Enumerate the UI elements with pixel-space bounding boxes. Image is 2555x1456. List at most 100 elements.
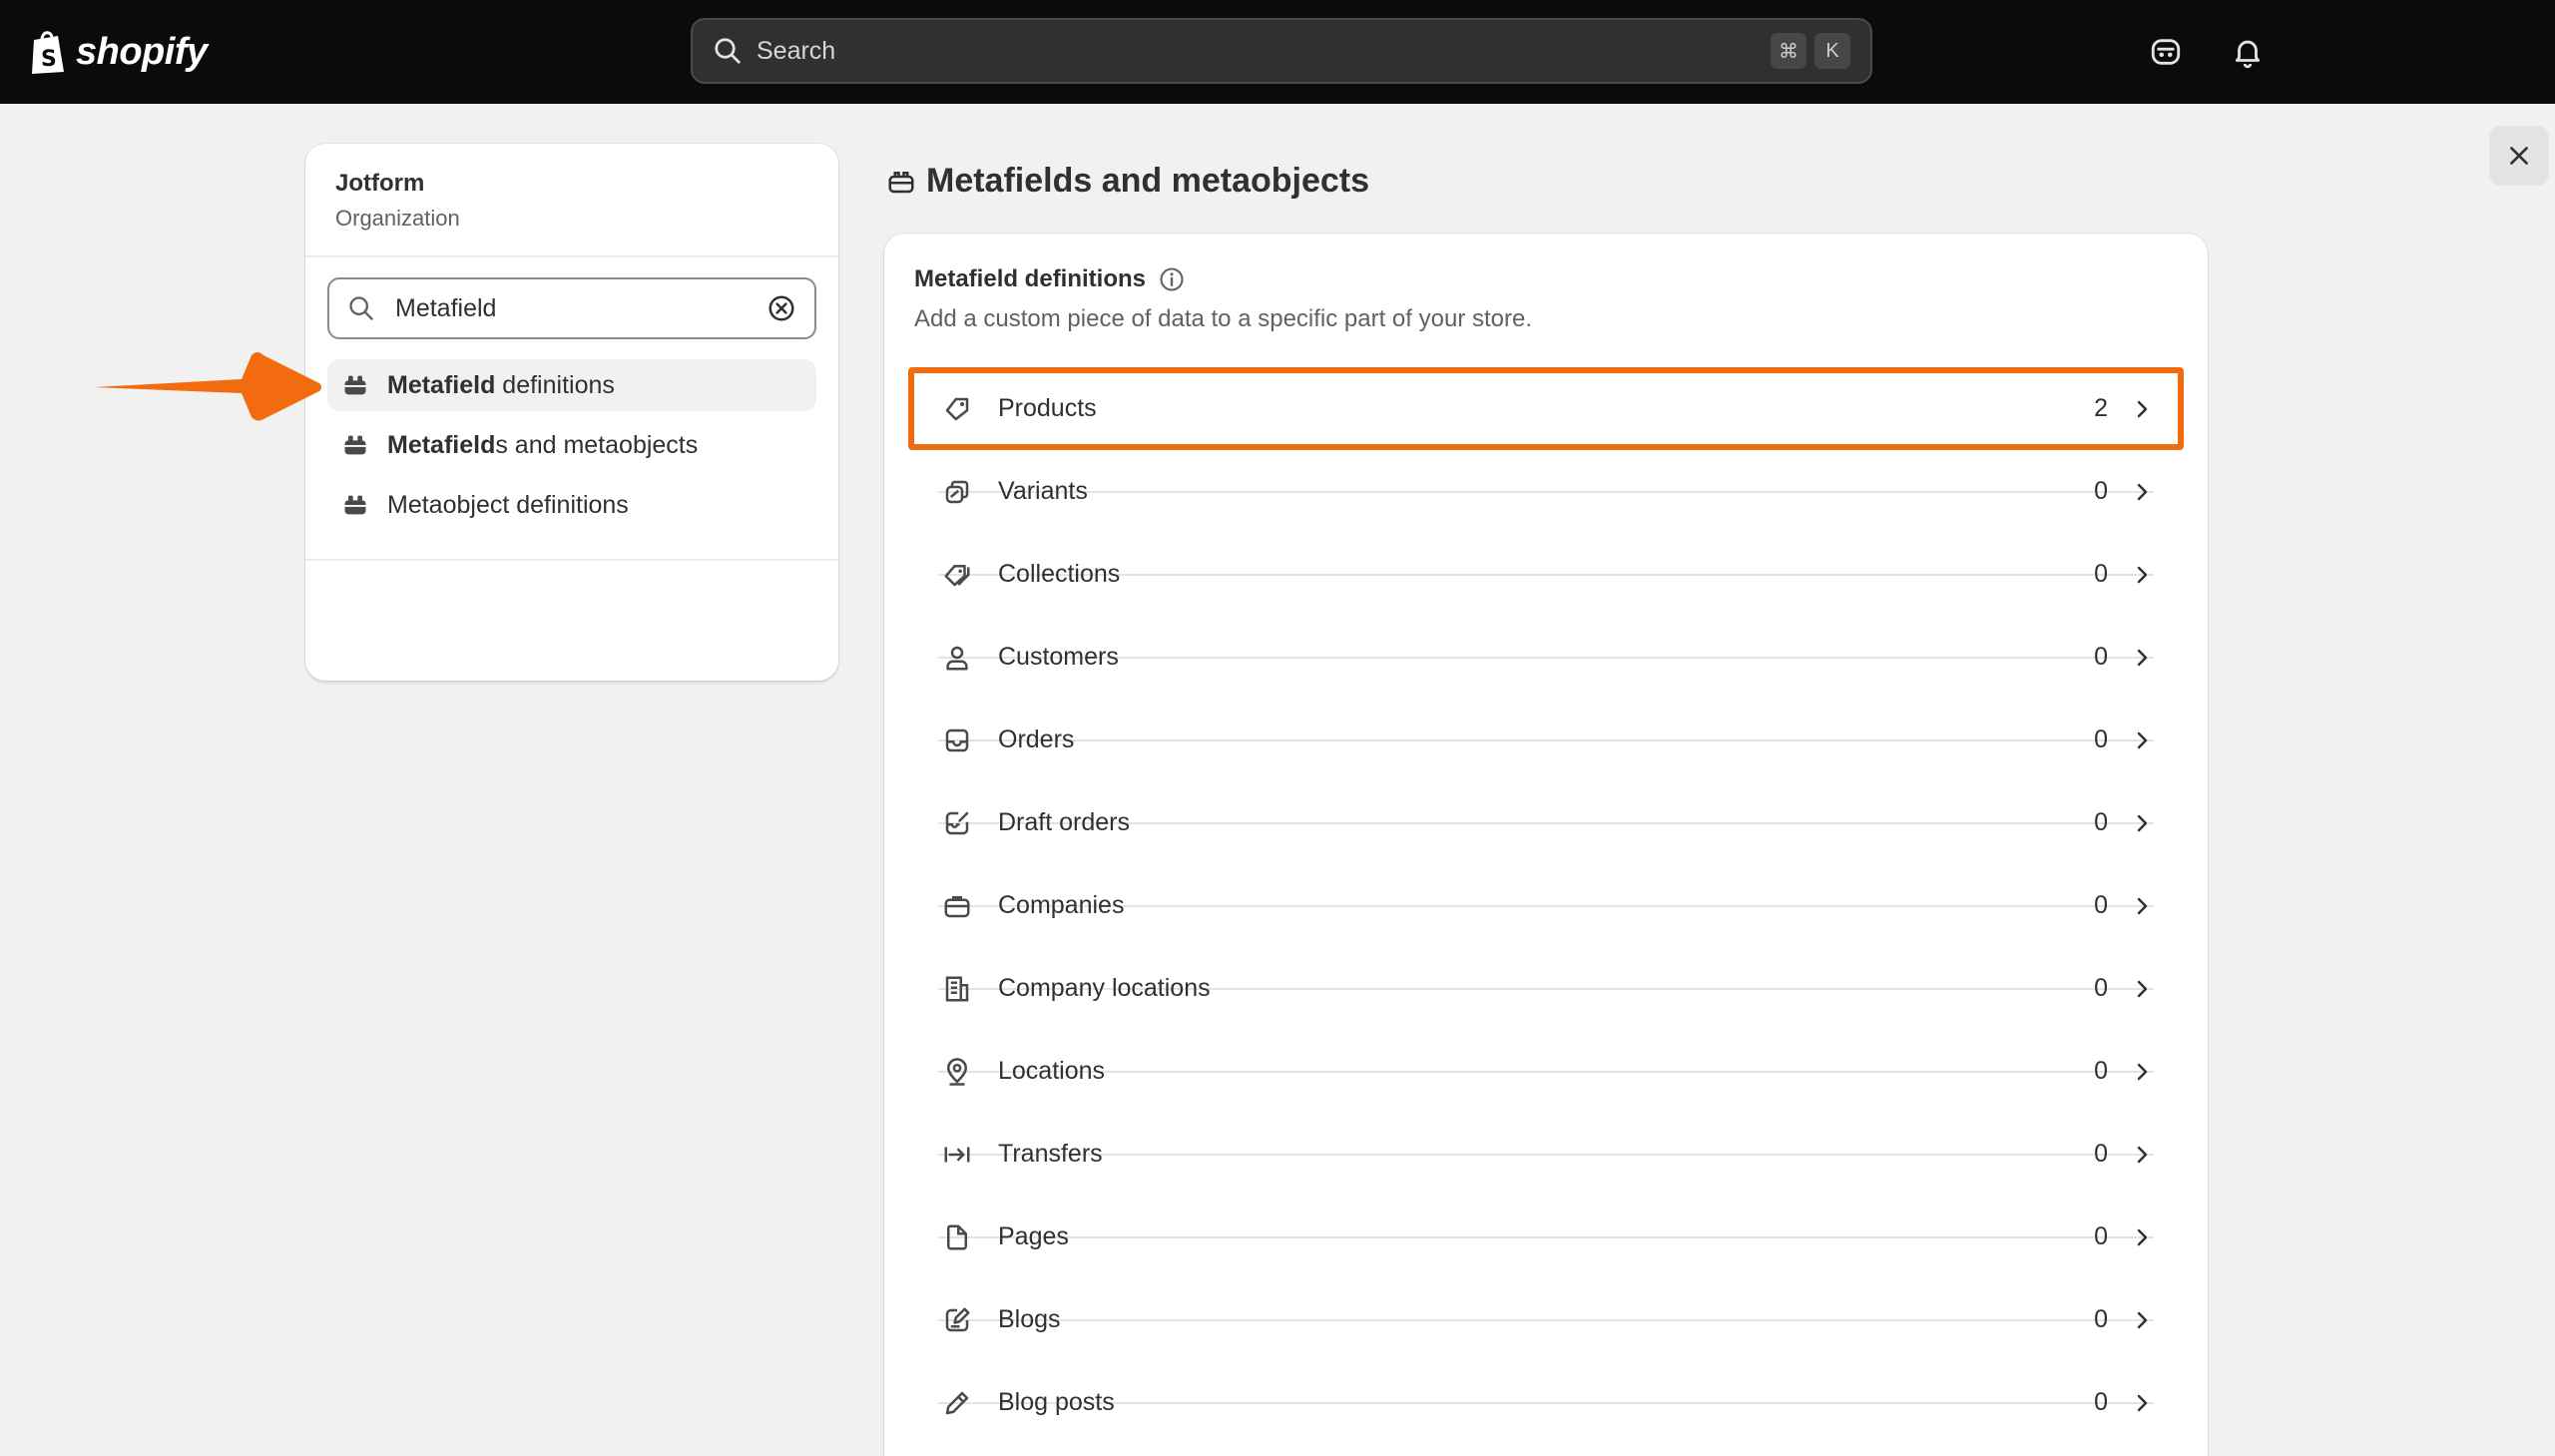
row-count: 0 — [2094, 1057, 2108, 1085]
resource-row-blog-posts[interactable]: Blog posts 0 — [914, 1361, 2178, 1444]
close-button[interactable] — [2489, 126, 2549, 186]
resource-row-blogs[interactable]: Blogs 0 — [914, 1278, 2178, 1361]
organization-header[interactable]: Jotform Organization — [305, 144, 838, 257]
nav-item-metaobject-definitions[interactable]: Metaobject definitions — [327, 479, 816, 531]
nav-item-match: Metafield — [387, 430, 496, 459]
chevron-right-icon — [2137, 1311, 2148, 1328]
nav-item-metafield-definitions[interactable]: Metafield definitions — [327, 359, 816, 411]
org-subtitle: Organization — [335, 206, 460, 231]
shopify-bag-icon: S — [32, 31, 64, 74]
info-icon[interactable] — [1158, 265, 1186, 293]
notifications-button[interactable] — [2228, 32, 2268, 72]
shortcut-key-cmd: ⌘ — [1771, 33, 1806, 69]
resource-row-variants[interactable]: Variants 0 — [914, 450, 2178, 533]
resource-row-pages[interactable]: Pages 0 — [914, 1196, 2178, 1278]
search-placeholder: Search — [757, 36, 836, 65]
variants-icon — [945, 480, 969, 503]
transfer-icon — [944, 1147, 970, 1162]
annotation-arrow-icon — [94, 352, 321, 421]
location-pin-icon — [946, 1057, 968, 1086]
clear-search-icon[interactable] — [766, 293, 796, 323]
row-label: Variants — [998, 477, 1088, 505]
row-label: Customers — [998, 643, 1119, 671]
chevron-right-icon — [2137, 566, 2148, 583]
page-icon — [947, 1224, 967, 1249]
row-count: 0 — [2094, 974, 2108, 1002]
top-bar: S shopify Search ⌘ K — [0, 0, 2555, 104]
row-count: 0 — [2094, 726, 2108, 753]
blog-icon — [945, 1307, 970, 1331]
nav-item-rest: s and metaobjects — [495, 430, 699, 459]
chevron-right-icon — [2137, 731, 2148, 748]
row-count: 0 — [2094, 1222, 2108, 1250]
resource-row-orders[interactable]: Orders 0 — [914, 699, 2178, 781]
resource-row-draft-orders[interactable]: Draft orders 0 — [914, 781, 2178, 864]
person-icon — [946, 646, 968, 670]
row-count: 0 — [2094, 560, 2108, 588]
row-label: Blog posts — [998, 1388, 1115, 1416]
resource-row-locations[interactable]: Locations 0 — [914, 1030, 2178, 1113]
inbox-icon — [945, 728, 969, 751]
metafield-icon — [344, 375, 366, 395]
chevron-right-icon — [2137, 1063, 2148, 1080]
chevron-right-icon — [2137, 1228, 2148, 1245]
nav-item-rest: Metaobject definitions — [387, 490, 629, 519]
nav-item-label: Metafields and metaobjects — [387, 431, 698, 460]
pencil-icon — [945, 1391, 969, 1414]
row-label: Companies — [998, 891, 1125, 919]
row-label: Transfers — [998, 1140, 1103, 1168]
row-label: Collections — [998, 560, 1121, 588]
building-icon — [945, 976, 969, 1001]
settings-search-field[interactable] — [327, 277, 816, 339]
nav-item-metafields-and-metaobjects[interactable]: Metafields and metaobjects — [327, 419, 816, 471]
row-count: 0 — [2094, 808, 2108, 836]
nav-item-label: Metafield definitions — [387, 371, 615, 400]
chevron-right-icon — [2137, 814, 2148, 831]
draft-order-icon — [945, 811, 969, 834]
card-header: Metafield definitions — [914, 265, 1186, 293]
tag-icon — [945, 397, 969, 420]
row-count: 0 — [2094, 1388, 2108, 1416]
org-name: Jotform — [335, 170, 425, 197]
panel-divider — [305, 559, 838, 561]
resource-row-company-locations[interactable]: Company locations 0 — [914, 947, 2178, 1030]
card-description: Add a custom piece of data to a specific… — [914, 305, 1532, 332]
global-search[interactable]: Search ⌘ K — [691, 18, 1872, 84]
metafield-definitions-card: Metafield definitions Add a custom piece… — [884, 234, 2208, 1456]
row-count: 0 — [2094, 643, 2108, 671]
chevron-right-icon — [2137, 1394, 2148, 1411]
metafield-outline-icon — [888, 171, 914, 193]
page-title: Metafields and metaobjects — [886, 162, 1369, 201]
row-count: 0 — [2094, 1305, 2108, 1333]
chevron-right-icon — [2137, 483, 2148, 500]
page-title-text: Metafields and metaobjects — [926, 162, 1370, 200]
row-label: Blogs — [998, 1305, 1061, 1333]
metafield-icon — [344, 435, 366, 455]
sidekick-icon — [2151, 39, 2181, 65]
card-title: Metafield definitions — [914, 265, 1147, 292]
row-label: Orders — [998, 726, 1075, 753]
chevron-right-icon — [2137, 897, 2148, 914]
close-icon — [2510, 147, 2528, 165]
nav-item-match: Metafield — [387, 370, 496, 399]
row-count: 2 — [2094, 394, 2108, 422]
chevron-right-icon — [2137, 649, 2148, 666]
row-count: 0 — [2094, 1140, 2108, 1168]
resource-row-products[interactable]: Products 2 — [908, 367, 2184, 450]
shopify-logo[interactable]: S shopify — [28, 26, 208, 78]
nav-item-label: Metaobject definitions — [387, 491, 629, 520]
settings-search-panel: Jotform Organization Metafield definitio… — [305, 144, 838, 681]
resource-row-collections[interactable]: Collections 0 — [914, 533, 2178, 616]
row-count: 0 — [2094, 477, 2108, 505]
resource-row-customers[interactable]: Customers 0 — [914, 616, 2178, 699]
search-icon — [349, 296, 373, 320]
sidekick-button[interactable] — [2146, 32, 2186, 72]
resource-row-transfers[interactable]: Transfers 0 — [914, 1113, 2178, 1196]
row-count: 0 — [2094, 891, 2108, 919]
resource-row-companies[interactable]: Companies 0 — [914, 864, 2178, 947]
row-label: Pages — [998, 1222, 1069, 1250]
logo-text: shopify — [76, 30, 208, 73]
nav-item-rest: definitions — [495, 370, 615, 399]
chevron-right-icon — [2137, 1146, 2148, 1163]
settings-search-input[interactable] — [395, 293, 766, 323]
